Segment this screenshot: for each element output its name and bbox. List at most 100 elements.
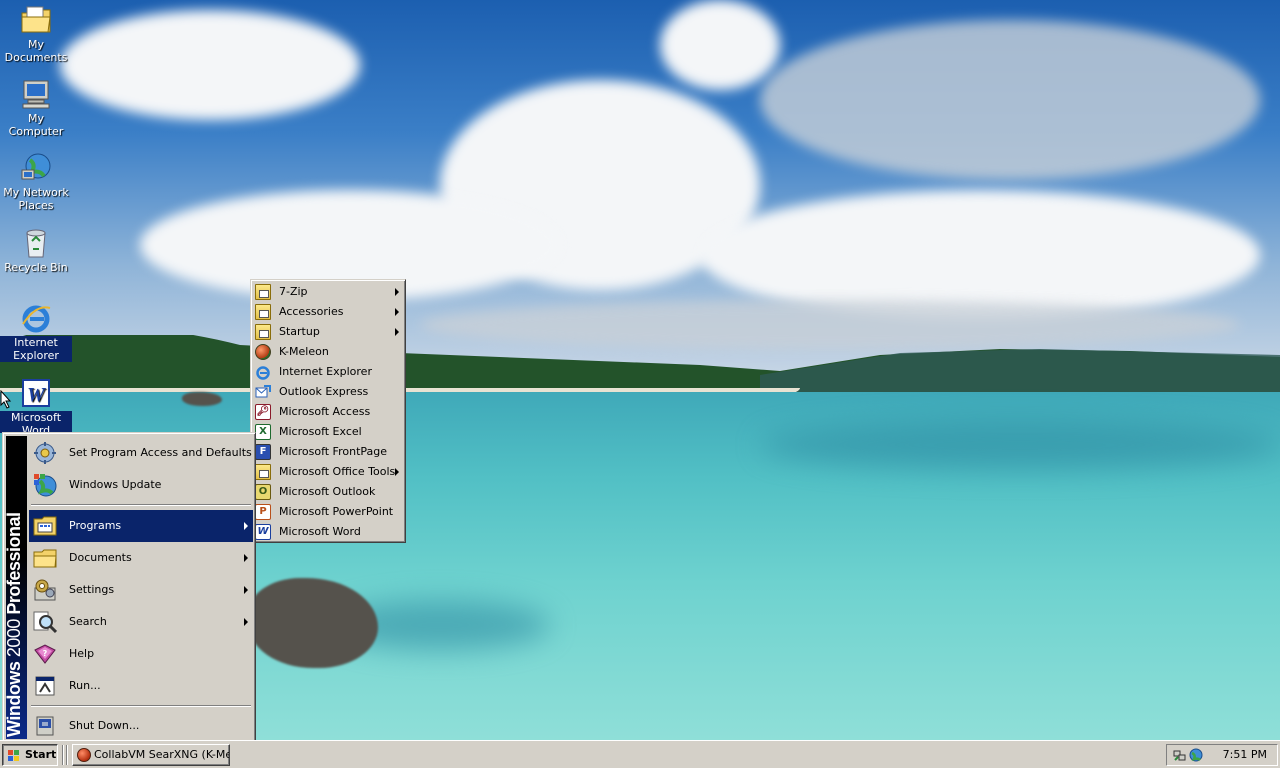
desktop-icon-label: My Documents — [4, 38, 68, 64]
desktop-icon-my-computer[interactable]: My Computer — [0, 78, 72, 138]
microsoft-excel-icon: X — [255, 424, 271, 440]
menu-item-label: Microsoft Access — [279, 405, 371, 418]
menu-item-label: Microsoft Word — [279, 525, 361, 538]
wallpaper-hills — [0, 335, 1280, 395]
menu-item-label: Startup — [279, 325, 320, 338]
taskbar-separator — [62, 745, 64, 765]
start-menu: Windows 2000 Professional Set Program Ac… — [2, 432, 256, 743]
run-icon — [33, 674, 57, 698]
microsoft-word-icon: W — [255, 524, 271, 540]
start-item-windows-update[interactable]: Windows Update — [29, 469, 253, 501]
desktop-icon-label: My Computer — [8, 112, 64, 138]
microsoft-powerpoint-icon: P — [255, 504, 271, 520]
menu-item-label: Microsoft Office Tools — [279, 465, 396, 478]
desktop-icon-label: Recycle Bin — [4, 261, 68, 274]
menu-item-label: Microsoft Outlook — [279, 485, 376, 498]
start-item-label: Documents — [69, 551, 132, 564]
programs-item-microsoft-word[interactable]: W Microsoft Word — [251, 522, 405, 542]
start-item-set-program-access[interactable]: Set Program Access and Defaults — [29, 437, 253, 469]
desktop-icon-recycle-bin[interactable]: Recycle Bin — [0, 227, 72, 274]
submenu-arrow-icon — [395, 288, 399, 296]
wallpaper-cloud — [660, 0, 780, 90]
start-menu-separator — [31, 705, 251, 707]
start-item-label: Help — [69, 647, 95, 660]
desktop-icon-label: My Network Places — [3, 186, 69, 212]
programs-item-k-meleon[interactable]: K-Meleon — [251, 342, 405, 362]
taskbar-button-collabvm[interactable]: CollabVM SearXNG (K-Mel... — [72, 744, 230, 766]
start-item-run[interactable]: Run... — [29, 670, 253, 702]
programs-item-microsoft-outlook[interactable]: O Microsoft Outlook — [251, 482, 405, 502]
microsoft-word-icon: W — [20, 377, 52, 409]
documents-icon — [33, 546, 57, 570]
folder-icon — [255, 284, 271, 300]
submenu-arrow-icon — [244, 522, 248, 530]
internet-explorer-icon — [20, 302, 52, 334]
desktop-icon-my-network-places[interactable]: My Network Places — [0, 152, 72, 212]
microsoft-frontpage-icon: F — [255, 444, 271, 460]
program-access-icon — [33, 441, 57, 465]
desktop-icon-internet-explorer[interactable]: Internet Explorer — [0, 302, 72, 362]
programs-submenu: 7-Zip Accessories Startup K-Meleon Inter… — [250, 279, 406, 543]
mouse-pointer-icon — [0, 390, 12, 409]
network-places-icon — [20, 152, 52, 184]
folder-icon — [255, 304, 271, 320]
svg-text:?: ? — [43, 649, 48, 658]
desktop-icon-label: Microsoft Word — [0, 411, 72, 433]
wallpaper-reef — [760, 420, 1280, 470]
start-button-label: Start — [25, 748, 57, 761]
programs-item-microsoft-office-tools[interactable]: Microsoft Office Tools — [251, 462, 405, 482]
taskbar-separator — [66, 745, 68, 765]
menu-item-label: Microsoft PowerPoint — [279, 505, 394, 518]
k-meleon-icon — [255, 344, 271, 360]
my-computer-icon — [20, 78, 52, 110]
programs-item-startup[interactable]: Startup — [251, 322, 405, 342]
help-icon: ? — [33, 642, 57, 666]
start-item-label: Programs — [69, 519, 122, 532]
programs-item-microsoft-powerpoint[interactable]: P Microsoft PowerPoint — [251, 502, 405, 522]
outlook-express-icon — [255, 384, 271, 400]
windows-update-tray-icon[interactable] — [1189, 748, 1203, 762]
submenu-arrow-icon — [244, 586, 248, 594]
programs-item-accessories[interactable]: Accessories — [251, 302, 405, 322]
programs-item-7zip[interactable]: 7-Zip — [251, 282, 405, 302]
submenu-arrow-icon — [395, 468, 399, 476]
wallpaper-cloud — [760, 20, 1260, 180]
folder-icon — [255, 464, 271, 480]
desktop-icon-my-documents[interactable]: My Documents — [0, 4, 72, 64]
menu-item-label: K-Meleon — [279, 345, 329, 358]
network-tray-icon[interactable] — [1173, 748, 1187, 762]
programs-item-microsoft-excel[interactable]: X Microsoft Excel — [251, 422, 405, 442]
start-item-programs[interactable]: Programs — [29, 510, 253, 542]
start-menu-banner: Windows 2000 Professional — [6, 436, 27, 739]
start-item-shut-down[interactable]: Shut Down... — [29, 710, 253, 742]
start-item-help[interactable]: ? Help — [29, 638, 253, 670]
menu-item-label: 7-Zip — [279, 285, 308, 298]
start-item-label: Run... — [69, 679, 101, 692]
banner-version: 2000 — [6, 619, 24, 658]
programs-item-outlook-express[interactable]: Outlook Express — [251, 382, 405, 402]
system-tray: 7:51 PM — [1166, 744, 1278, 766]
start-item-search[interactable]: Search — [29, 606, 253, 638]
submenu-arrow-icon — [244, 618, 248, 626]
k-meleon-icon — [77, 748, 91, 762]
programs-item-microsoft-access[interactable]: 🔑︎ Microsoft Access — [251, 402, 405, 422]
programs-item-microsoft-frontpage[interactable]: F Microsoft FrontPage — [251, 442, 405, 462]
programs-icon — [33, 514, 57, 538]
start-button[interactable]: Start — [2, 744, 58, 766]
windows-flag-icon — [7, 749, 21, 762]
programs-item-internet-explorer[interactable]: Internet Explorer — [251, 362, 405, 382]
taskbar-clock[interactable]: 7:51 PM — [1223, 748, 1267, 761]
internet-explorer-icon — [255, 364, 271, 380]
folder-icon — [255, 324, 271, 340]
start-item-label: Windows Update — [69, 478, 162, 491]
start-menu-separator — [31, 504, 251, 506]
my-documents-icon — [20, 4, 52, 36]
banner-brand: Windows — [6, 661, 24, 737]
start-item-documents[interactable]: Documents — [29, 542, 253, 574]
start-item-settings[interactable]: Settings — [29, 574, 253, 606]
start-item-label: Shut Down... — [69, 719, 140, 732]
taskbar: Start CollabVM SearXNG (K-Mel... 7:51 PM — [0, 740, 1280, 768]
microsoft-access-icon: 🔑︎ — [255, 404, 271, 420]
submenu-arrow-icon — [395, 308, 399, 316]
recycle-bin-icon — [20, 227, 52, 259]
